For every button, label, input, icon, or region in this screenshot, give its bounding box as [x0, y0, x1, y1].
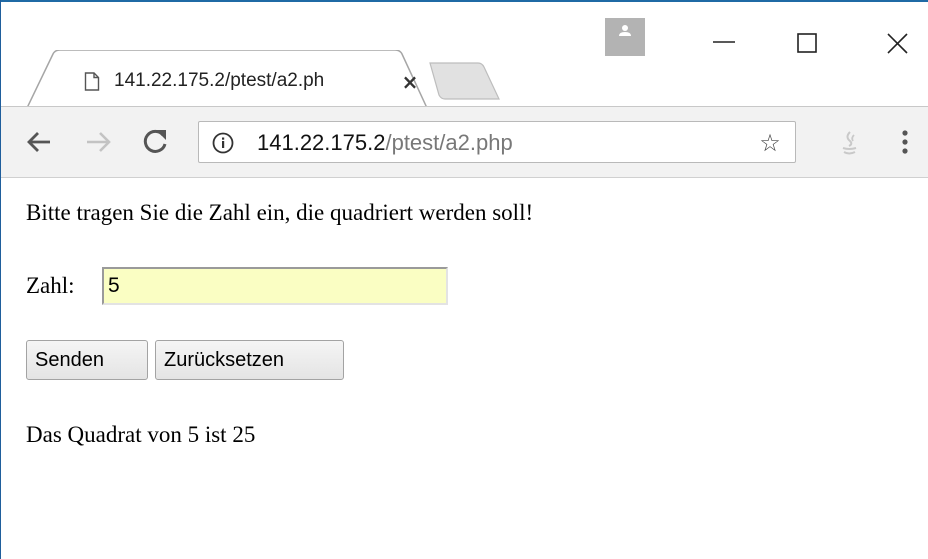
- menu-kebab-icon[interactable]: [887, 124, 923, 160]
- profile-icon: [619, 25, 631, 36]
- address-bar[interactable]: 141.22.175.2/ptest/a2.php ☆: [198, 121, 796, 163]
- browser-tab-active[interactable]: 141.22.175.2/ptest/a2.ph ×: [27, 50, 427, 108]
- back-arrow-icon[interactable]: [23, 124, 59, 160]
- url-path: /ptest/a2.php: [385, 130, 513, 155]
- url-host: 141.22.175.2: [257, 130, 386, 155]
- result-text: Das Quadrat von 5 ist 25: [26, 422, 256, 447]
- zahl-label: Zahl:: [26, 273, 75, 298]
- bookmark-star-icon[interactable]: ☆: [755, 128, 785, 158]
- url-text[interactable]: 141.22.175.2/ptest/a2.php: [257, 130, 513, 156]
- intro-text: Bitte tragen Sie die Zahl ein, die quadr…: [26, 200, 534, 225]
- browser-window: 141.22.175.2/ptest/a2.ph × 141.22.175.2/…: [0, 0, 928, 559]
- send-button[interactable]: Senden: [26, 340, 148, 380]
- page-icon: [84, 72, 100, 91]
- java-extension-icon[interactable]: [831, 124, 867, 160]
- zahl-input[interactable]: [102, 267, 448, 305]
- profile-button[interactable]: [605, 18, 645, 56]
- browser-toolbar: 141.22.175.2/ptest/a2.php ☆: [1, 106, 928, 178]
- info-icon[interactable]: [212, 132, 234, 154]
- tab-close-icon[interactable]: ×: [400, 72, 420, 92]
- new-tab-button[interactable]: [429, 62, 501, 100]
- reload-icon[interactable]: [137, 124, 173, 160]
- close-icon[interactable]: [869, 24, 928, 64]
- reset-button[interactable]: Zurücksetzen: [155, 340, 344, 380]
- tab-title: 141.22.175.2/ptest/a2.ph: [114, 70, 325, 91]
- minimize-icon[interactable]: [694, 24, 754, 64]
- maximize-icon[interactable]: [796, 24, 856, 64]
- page-content: Bitte tragen Sie die Zahl ein, die quadr…: [1, 178, 928, 559]
- title-bar: 141.22.175.2/ptest/a2.ph ×: [1, 2, 928, 108]
- forward-arrow-icon[interactable]: [80, 124, 116, 160]
